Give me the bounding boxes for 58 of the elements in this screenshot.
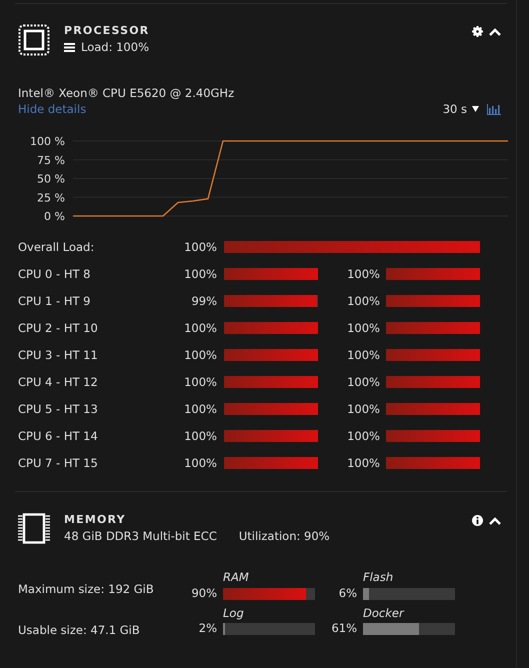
interval-dropdown[interactable]: 30 s xyxy=(442,102,479,116)
axis-label: 0 % xyxy=(44,210,65,223)
section-title: PROCESSOR xyxy=(64,24,150,37)
usage-percent: 6% xyxy=(338,586,357,602)
load-percent: 100% xyxy=(183,240,217,254)
row-label: CPU 5 - HT 13 xyxy=(18,402,99,416)
load-percent: 100% xyxy=(346,456,380,470)
load-percent: 100% xyxy=(183,402,217,416)
hide-details-link[interactable]: Hide details xyxy=(18,102,86,116)
collapse-icon[interactable] xyxy=(489,516,501,524)
axis-label: 25 % xyxy=(37,191,65,204)
memory-type: 48 GiB DDR3 Multi-bit ECC xyxy=(64,529,217,543)
size-text: Maximum size: 192 GiB xyxy=(18,582,155,596)
section-title: MEMORY xyxy=(64,513,127,526)
collapse-icon[interactable] xyxy=(489,28,501,36)
meter-label: Log xyxy=(223,606,245,622)
load-percent: 100% xyxy=(183,320,217,334)
load-percent: 100% xyxy=(346,294,380,308)
load-percent: 100% xyxy=(346,348,380,362)
row-label: Overall Load: xyxy=(18,240,96,254)
usage-percent: 61% xyxy=(330,621,357,637)
usage-percent: 2% xyxy=(198,621,217,637)
load-percent: 100% xyxy=(346,428,380,442)
row-label: CPU 6 - HT 14 xyxy=(18,428,99,442)
processor-icon xyxy=(18,24,50,56)
load-text: Load: 100% xyxy=(81,40,149,54)
settings-icon[interactable] xyxy=(472,26,483,37)
load-percent: 100% xyxy=(346,266,380,280)
bar-chart-icon[interactable] xyxy=(487,104,501,114)
size-text: Usable size: 47.1 GiB xyxy=(18,623,141,637)
info-icon[interactable] xyxy=(472,515,483,526)
load-percent: 99% xyxy=(190,294,217,308)
cpu-model: Intel® Xeon® CPU E5620 @ 2.40GHz xyxy=(18,86,236,100)
axis-label: 75 % xyxy=(37,154,65,167)
load-percent: 100% xyxy=(346,402,380,416)
row-label: CPU 3 - HT 11 xyxy=(18,348,99,362)
load-percent: 100% xyxy=(183,456,217,470)
load-percent: 100% xyxy=(183,428,217,442)
meter-label: Docker xyxy=(363,606,406,622)
caret-icon xyxy=(472,106,479,112)
row-label: CPU 7 - HT 15 xyxy=(18,456,99,470)
memory-chip-icon xyxy=(18,513,50,544)
row-label: CPU 2 - HT 10 xyxy=(18,320,99,334)
load-percent: 100% xyxy=(183,348,217,362)
load-percent: 100% xyxy=(183,374,217,388)
row-label: CPU 0 - HT 8 xyxy=(18,266,92,280)
utilization-text: Utilization: 90% xyxy=(238,529,330,543)
row-label: CPU 4 - HT 12 xyxy=(18,374,99,388)
menu-icon xyxy=(64,42,75,52)
load-percent: 100% xyxy=(346,320,380,334)
axis-label: 50 % xyxy=(37,172,65,186)
row-label: CPU 1 - HT 9 xyxy=(18,294,92,308)
meter-label: Flash xyxy=(363,570,394,586)
usage-percent: 90% xyxy=(190,586,217,602)
meter-label: RAM xyxy=(223,570,250,586)
load-percent: 100% xyxy=(183,266,217,280)
load-percent: 100% xyxy=(346,374,380,388)
axis-label: 100 % xyxy=(30,135,65,148)
